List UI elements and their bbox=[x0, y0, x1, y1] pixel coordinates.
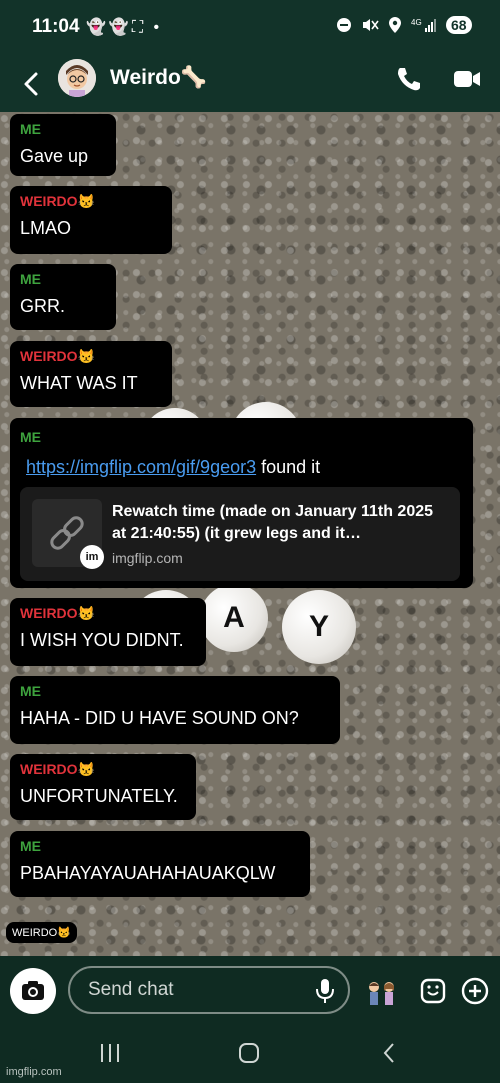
link-preview-title: Rewatch time (made on January 11th 2025 … bbox=[112, 503, 434, 542]
system-icons: 4G 68 bbox=[336, 16, 472, 34]
message-text: UNFORTUNATELY. bbox=[20, 786, 178, 806]
link-preview-card[interactable]: im Rewatch time (made on January 11th 20… bbox=[20, 487, 460, 581]
back-nav-icon[interactable] bbox=[378, 1042, 402, 1064]
message-sender: ME bbox=[20, 838, 41, 854]
message-text: WHAT WAS IT bbox=[20, 373, 138, 393]
system-nav-bar bbox=[0, 1024, 500, 1083]
message-sender: ME bbox=[20, 683, 41, 699]
contact-name[interactable]: Weirdo🦴 bbox=[110, 66, 207, 90]
signal-icon: 4G bbox=[411, 18, 436, 32]
link-message[interactable]: ME https://imgflip.com/gif/9geor3 found … bbox=[10, 418, 473, 588]
imgflip-logo-icon: im bbox=[80, 545, 104, 569]
avatar[interactable] bbox=[58, 59, 96, 97]
message-bubble[interactable]: ME GRR. bbox=[10, 264, 116, 330]
chat-area[interactable]: A Y ME Gave up WEIRDO😾 LMAO ME GRR. WEIR… bbox=[0, 112, 500, 956]
message-sender: ME bbox=[20, 121, 41, 137]
message-bubble[interactable]: ME Gave up bbox=[10, 114, 116, 176]
watermark: imgflip.com bbox=[6, 1066, 62, 1078]
chat-header: Weirdo🦴 bbox=[0, 56, 500, 112]
message-text: PBAHAYAYAUAHAHAUAKQLW bbox=[20, 863, 276, 883]
message-bubble[interactable]: WEIRDO😾 WHAT WAS IT bbox=[10, 341, 172, 407]
message-bubble[interactable]: WEIRDO😾 LMAO bbox=[10, 186, 172, 254]
message-text: I WISH YOU DIDNT. bbox=[20, 630, 184, 650]
message-sender: WEIRDO😾 bbox=[20, 761, 95, 777]
battery-indicator: 68 bbox=[446, 16, 472, 34]
message-bubble[interactable]: ME PBAHAYAYAUAHAHAUAKQLW bbox=[10, 831, 310, 897]
message-text: HAHA - DID U HAVE SOUND ON? bbox=[20, 708, 299, 728]
recent-apps-icon[interactable] bbox=[98, 1042, 122, 1064]
sticker-icon[interactable] bbox=[418, 976, 448, 1006]
camera-button[interactable] bbox=[10, 968, 56, 1014]
camera-icon bbox=[22, 981, 44, 1000]
status-bar: 11:04 👻👻⛶ • 4G 68 bbox=[0, 0, 500, 56]
link-preview-domain: imgflip.com bbox=[112, 550, 183, 566]
dnd-icon bbox=[337, 18, 351, 32]
bitmoji-avatar-icon bbox=[58, 59, 96, 97]
svg-text:4G: 4G bbox=[411, 18, 422, 27]
status-time: 11:04 bbox=[32, 16, 80, 37]
send-chat-input[interactable] bbox=[68, 966, 350, 1014]
home-icon[interactable] bbox=[237, 1042, 261, 1064]
message-text: Gave up bbox=[20, 146, 89, 166]
message-sender: ME bbox=[20, 429, 41, 445]
microphone-icon[interactable] bbox=[312, 977, 338, 1005]
phone-icon[interactable] bbox=[394, 64, 424, 94]
location-icon bbox=[389, 17, 401, 33]
bitmoji-icon[interactable] bbox=[364, 979, 398, 1007]
mute-icon bbox=[363, 19, 379, 31]
message-text: https://imgflip.com/gif/9geor3 found it bbox=[26, 456, 320, 478]
message-sender: WEIRDO😾 bbox=[20, 348, 95, 364]
typing-indicator: WEIRDO😾 bbox=[6, 922, 77, 943]
video-call-icon[interactable] bbox=[452, 64, 482, 94]
message-bubble[interactable]: WEIRDO😾 I WISH YOU DIDNT. bbox=[10, 598, 206, 666]
back-arrow-icon[interactable] bbox=[16, 66, 46, 102]
message-text: LMAO bbox=[20, 218, 72, 238]
message-text: GRR. bbox=[20, 296, 65, 316]
background-bead-y: Y bbox=[282, 590, 356, 664]
background-bead-a: A bbox=[200, 584, 268, 652]
message-sender: WEIRDO😾 bbox=[20, 193, 95, 209]
chat-input-bar bbox=[0, 956, 500, 1024]
message-link-suffix: found it bbox=[256, 457, 321, 477]
message-bubble[interactable]: ME HAHA - DID U HAVE SOUND ON? bbox=[10, 676, 340, 744]
message-sender: ME bbox=[20, 271, 41, 287]
plus-icon[interactable] bbox=[460, 976, 490, 1006]
notification-icons: 👻👻⛶ • bbox=[86, 19, 163, 36]
message-link[interactable]: https://imgflip.com/gif/9geor3 bbox=[26, 457, 256, 477]
message-bubble[interactable]: WEIRDO😾 UNFORTUNATELY. bbox=[10, 754, 196, 820]
message-sender: WEIRDO😾 bbox=[20, 605, 95, 621]
